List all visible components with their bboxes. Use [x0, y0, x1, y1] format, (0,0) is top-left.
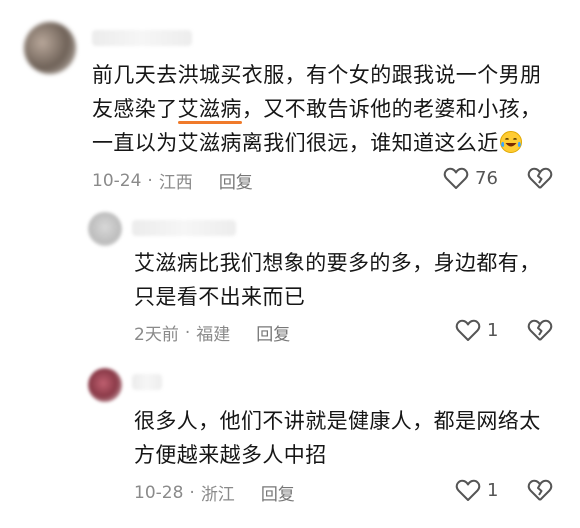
comment-text-line: 一直以为艾滋病离我们很远，谁知道这么近	[92, 126, 562, 160]
dislike-button[interactable]	[527, 478, 553, 506]
like-count: 1	[487, 479, 499, 501]
heart-outline-icon	[455, 319, 481, 341]
broken-heart-icon	[527, 319, 553, 341]
comment-meta: 2天前 · 福建 回复	[134, 320, 290, 346]
comment-text-line: 前几天去洪城买衣服，有个女的跟我说一个男朋	[92, 63, 542, 87]
separator: ·	[189, 482, 195, 503]
comment-text-line: 方便越来越多人中招	[134, 443, 327, 467]
comment-text-line: 艾滋病比我们想象的要多的多，身边都有，	[134, 251, 541, 275]
comment-location: 福建	[196, 325, 231, 345]
username-blurred[interactable]	[92, 30, 192, 46]
reply-button[interactable]: 回复	[256, 320, 290, 345]
separator: ·	[147, 170, 153, 191]
dislike-button[interactable]	[527, 166, 553, 194]
comment-3: 很多人，他们不讲就是健康人，都是网络太 方便越来越多人中招 10-28 · 浙江…	[0, 360, 580, 528]
dislike-button[interactable]	[527, 318, 553, 346]
comment-text-line: 只是看不出来而已	[134, 285, 306, 309]
like-button[interactable]: 1	[455, 478, 498, 502]
comment-text: 艾滋病比我们想象的要多的多，身边都有， 只是看不出来而已	[134, 246, 554, 314]
like-button[interactable]: 76	[443, 166, 498, 190]
comment-meta: 10-24 · 江西 回复	[92, 168, 253, 194]
like-count: 1	[487, 319, 499, 341]
text-segment: 一直以为艾滋病离我们很远，谁知道这么近	[92, 131, 499, 155]
comment-date: 10-24	[92, 170, 142, 191]
reply-button[interactable]: 回复	[261, 480, 295, 505]
heart-outline-icon	[443, 167, 469, 189]
username-blurred[interactable]	[132, 220, 236, 236]
avatar[interactable]	[88, 368, 122, 402]
text-segment: ，又不敢告诉他的老婆和小孩，	[241, 97, 542, 121]
comment-1: 前几天去洪城买衣服，有个女的跟我说一个男朋 友感染了艾滋病，又不敢告诉他的老婆和…	[0, 0, 580, 200]
reply-button[interactable]: 回复	[219, 168, 253, 193]
comment-text-line: 友感染了艾滋病，又不敢告诉他的老婆和小孩，	[92, 92, 562, 126]
like-button[interactable]: 1	[455, 318, 498, 342]
broken-heart-icon	[527, 167, 553, 189]
separator: ·	[184, 322, 191, 343]
avatar[interactable]	[24, 22, 76, 74]
broken-heart-icon	[527, 479, 553, 501]
comment-text: 很多人，他们不讲就是健康人，都是网络太 方便越来越多人中招	[134, 404, 554, 472]
comment-text: 前几天去洪城买衣服，有个女的跟我说一个男朋 友感染了艾滋病，又不敢告诉他的老婆和…	[92, 58, 562, 160]
like-count: 76	[475, 167, 498, 189]
comment-location: 浙江	[200, 485, 235, 505]
comment-meta: 10-28 · 浙江 回复	[134, 480, 295, 506]
comment-date: 2天前	[134, 325, 179, 345]
text-segment: 友感染了	[92, 97, 178, 121]
heart-outline-icon	[455, 479, 481, 501]
highlighted-keyword-link[interactable]: 艾滋病	[177, 92, 243, 126]
comment-date: 10-28	[134, 482, 184, 503]
username-blurred[interactable]	[132, 374, 162, 390]
comment-text-line: 很多人，他们不讲就是健康人，都是网络太	[134, 409, 541, 433]
laughing-tears-emoji-icon	[499, 131, 522, 153]
avatar[interactable]	[88, 212, 122, 246]
comment-location: 江西	[158, 173, 193, 193]
comment-2: 艾滋病比我们想象的要多的多，身边都有， 只是看不出来而已 2天前 · 福建 回复…	[0, 200, 580, 360]
